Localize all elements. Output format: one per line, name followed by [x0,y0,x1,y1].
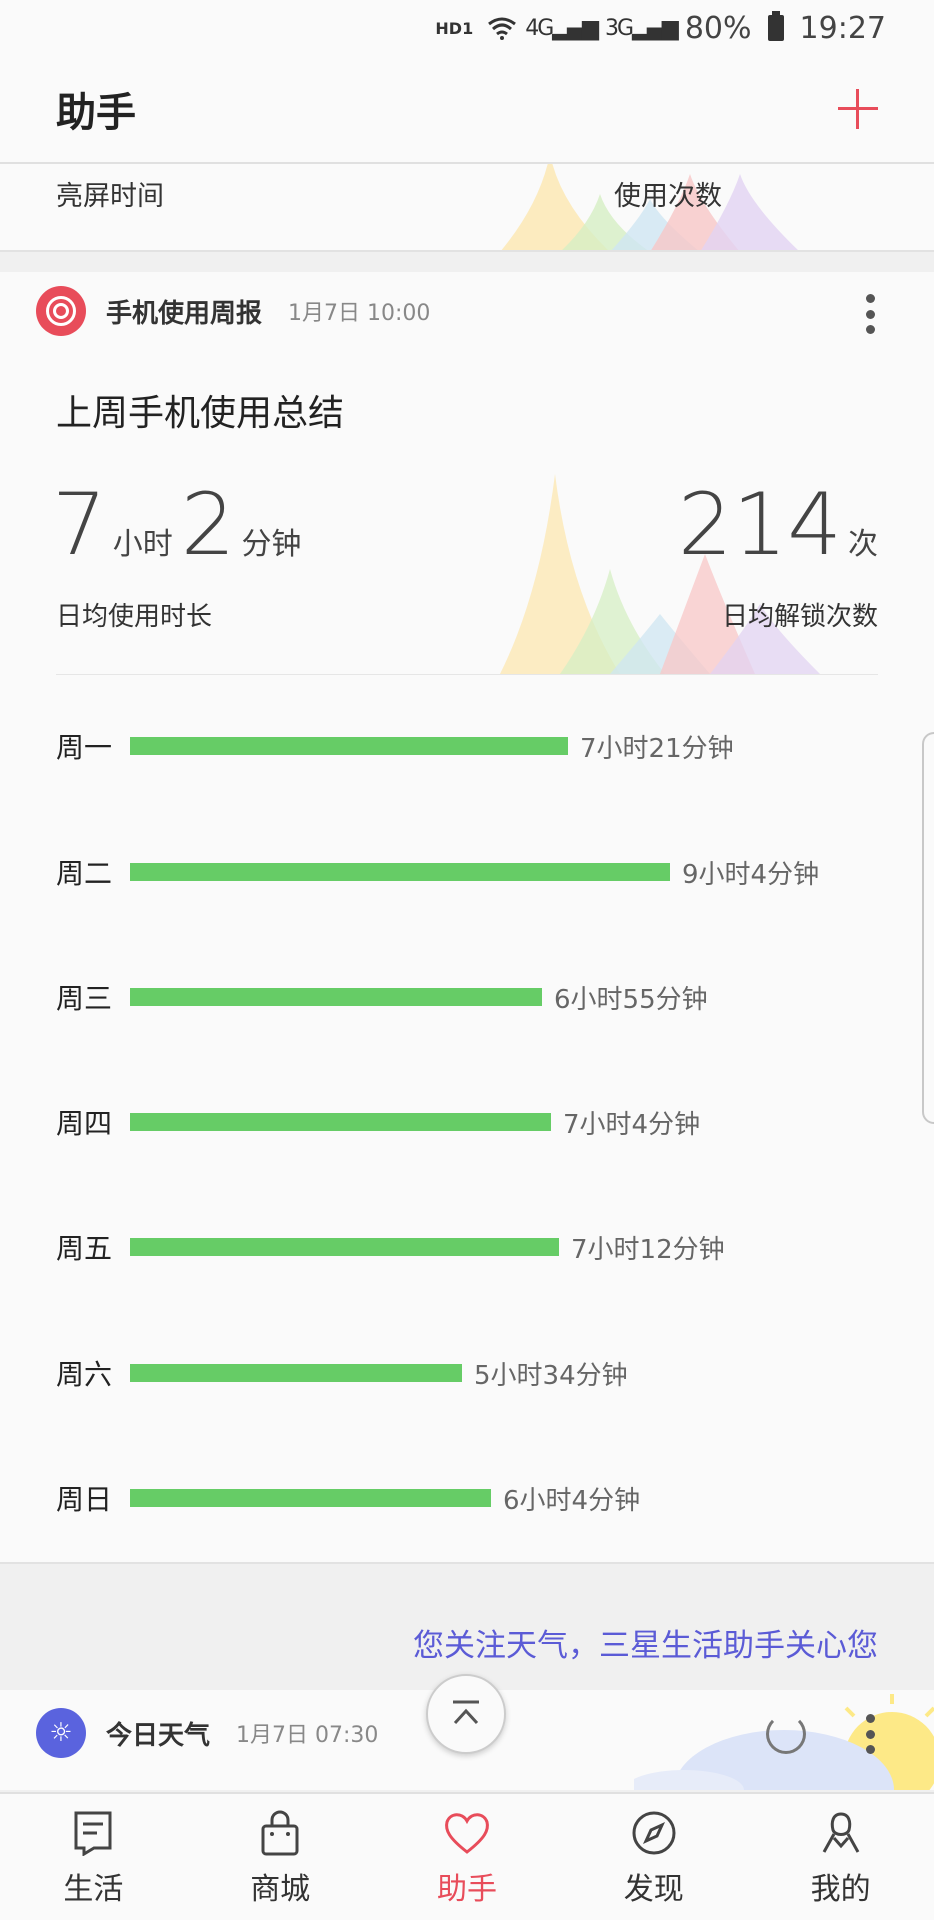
plus-icon[interactable] [838,89,878,129]
battery-icon [767,11,784,41]
more-options-icon[interactable] [864,294,876,334]
day-value: 6小时55分钟 [554,984,708,1015]
minutes-unit: 分钟 [241,527,302,562]
usage-bar [130,1364,462,1382]
refresh-icon[interactable] [766,1714,806,1754]
day-value: 7小时21分钟 [580,733,734,764]
wifi-icon [488,17,517,40]
day-label: 周日 [56,1483,113,1516]
status-bar: HD1 4G▂▄▆ 3G▂▄▆ 80% 19:27 [0,0,934,56]
usage-bar [130,863,670,881]
nav-label: 发现 [623,1872,684,1907]
avg-unlock-value: 214 次 [678,482,878,568]
usage-bar [130,988,542,1006]
weather-promo-text[interactable]: 您关注天气，三星生活助手关心您 [413,1620,878,1665]
day-value: 7小时12分钟 [571,1234,725,1265]
signal-3g-icon: 3G▂▄▆ [605,15,679,41]
nav-label: 生活 [63,1872,124,1907]
usage-bar [130,737,568,755]
card-time: 1月7日 10:00 [288,301,431,326]
day-label: 周五 [56,1232,113,1265]
nav-life[interactable]: 生活 [0,1794,187,1920]
usage-bar [130,1238,559,1256]
card-name: 手机使用周报 [106,298,263,329]
day-label: 周六 [56,1358,113,1391]
day-row-thu: 周四 7小时4分钟 [56,1102,916,1142]
nav-mine[interactable]: 我的 [747,1794,934,1920]
day-value: 7小时4分钟 [563,1109,701,1140]
screen-time-label: 亮屏时间 [56,181,164,212]
day-row-sun: 周日 6小时4分钟 [56,1478,916,1518]
day-value: 6小时4分钟 [503,1485,641,1516]
usage-bar [130,1113,551,1131]
avg-usage-label: 日均使用时长 [56,602,213,632]
day-value: 5小时34分钟 [474,1360,628,1391]
day-label: 周四 [56,1107,113,1140]
day-value: 9小时4分钟 [682,859,820,890]
nav-label: 商城 [250,1872,311,1907]
usage-count-label: 使用次数 [614,181,722,212]
day-label: 周一 [56,731,113,764]
scroll-to-top-button[interactable] [426,1674,506,1754]
compass-icon [632,1811,676,1855]
more-options-icon[interactable] [864,1714,876,1754]
app-header: 助手 [0,56,934,164]
day-row-mon: 周一 7小时21分钟 [56,726,916,766]
nav-label: 我的 [810,1872,871,1907]
shopping-bag-icon [261,1810,299,1856]
person-icon [822,1812,859,1853]
weather-card-time: 1月7日 07:30 [236,1723,379,1748]
scroll-handle[interactable] [922,732,934,1124]
battery-percent: 80% [684,10,752,46]
day-row-fri: 周五 7小时12分钟 [56,1227,916,1267]
signal-4g-icon: 4G▂▄▆ [525,15,599,41]
weekly-report-card[interactable]: 手机使用周报 1月7日 10:00 上周手机使用总结 7 小时 2 分钟 214… [0,272,934,1564]
day-row-tue: 周二 9小时4分钟 [56,852,916,892]
nav-discover[interactable]: 发现 [560,1794,747,1920]
weather-card-header: ☼ 今日天气 1月7日 07:30 [36,1708,378,1758]
avg-minutes: 2 [180,475,236,575]
chevron-up-icon [453,1700,479,1725]
day-row-sat: 周六 5小时34分钟 [56,1353,916,1393]
card-header: 手机使用周报 1月7日 10:00 [36,286,430,336]
day-label: 周三 [56,982,113,1015]
nav-label: 助手 [436,1872,497,1907]
day-row-wed: 周三 6小时55分钟 [56,977,916,1017]
unlock-count: 214 [677,475,842,575]
usage-card-partial[interactable]: 亮屏时间 使用次数 [0,164,934,252]
avg-unlock-label: 日均解锁次数 [721,602,878,632]
day-label: 周二 [56,857,113,890]
clock: 19:27 [799,10,886,46]
bookmark-icon [74,1811,112,1856]
hours-unit: 小时 [112,527,173,562]
weather-card-name: 今日天气 [106,1720,211,1751]
cloud-sun-icon: ☼ [36,1708,86,1758]
usage-bar [130,1489,491,1507]
unlock-unit: 次 [848,527,878,562]
hd-indicator: HD1 [435,18,474,38]
divider [56,674,878,675]
heart-icon [445,1813,489,1854]
avg-hours: 7 [52,475,107,575]
avg-usage-value: 7 小时 2 分钟 [52,482,309,568]
nav-assistant[interactable]: 助手 [374,1794,561,1920]
page-title: 助手 [56,90,136,136]
summary-title: 上周手机使用总结 [56,393,345,434]
bottom-nav: 生活 商城 助手 发现 我的 [0,1792,934,1920]
nav-mall[interactable]: 商城 [187,1794,374,1920]
target-icon [36,286,86,336]
